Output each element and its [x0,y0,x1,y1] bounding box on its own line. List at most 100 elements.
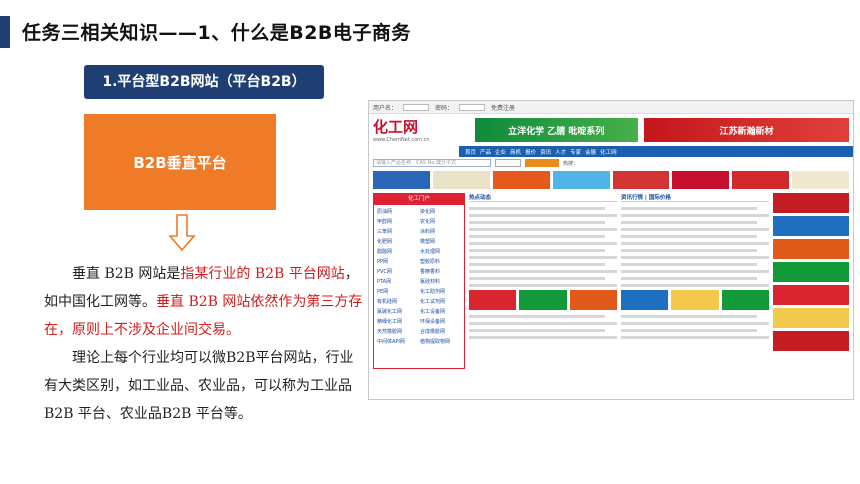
shot-user-input[interactable] [403,103,430,111]
chemnet-screenshot: 用户名： 密码： 免费注册 化工网 www.ChemNet.com.cn 立洋化… [368,100,854,400]
nav-item[interactable]: 专家 [570,148,581,156]
portal-items: 原油网 染化网 甲醇网 农化网 三苯网 涂料网 化肥网 橡塑网 醋酸网 水处理网 PP网 塑胶原料 PV… [374,205,464,348]
portal-item[interactable]: 醋酸网 [377,248,418,255]
portal-item[interactable]: 合成橡胶网 [420,328,461,335]
nav-item[interactable]: 首页 [465,148,476,156]
mid-ad-strip [469,290,617,310]
portal-item[interactable]: 甲醇网 [377,218,418,225]
portal-item[interactable]: 染化网 [420,208,461,215]
ad-tile[interactable] [569,290,617,310]
shot-user-label: 用户名： [373,104,398,112]
portal-item[interactable]: 化工设备网 [420,308,461,315]
ad-tile[interactable] [792,171,849,189]
shot-search-row: 请输入产品名称、CAS No.或分子式 热搜： [369,157,853,169]
shot-topbar: 用户名： 密码： 免费注册 [369,101,853,114]
nav-item[interactable]: 产品 [480,148,491,156]
portal-item[interactable]: 环保设备网 [420,318,461,325]
banner-right[interactable]: 江苏新瀚新材 [643,118,849,142]
portal-item[interactable]: 植物提取物网 [420,338,461,345]
mid2-ad-strip [621,290,769,310]
page-title: 任务三相关知识——1、什么是B2B电子商务 [22,22,411,44]
paragraph-2: 理论上每个行业均可以微B2B平台网站，行业有大类区别，如工业品、农业品，可以称为… [44,350,354,422]
shot-search-select[interactable] [495,159,521,167]
ad-tile[interactable] [773,308,849,328]
nav-item[interactable]: 化工网 [600,148,617,156]
portal-item[interactable]: 化工助剂网 [420,288,461,295]
ad-tile[interactable] [773,193,849,213]
portal-list: 化工门户 原油网 染化网 甲醇网 农化网 三苯网 涂料网 化肥网 橡塑网 醋酸网 水处理网 PP网塑… [373,193,465,369]
portal-item[interactable]: 化肥网 [377,238,418,245]
portal-item[interactable]: 天然橡胶网 [377,328,418,335]
portal-item[interactable]: 原油网 [377,208,418,215]
ad-tile[interactable] [732,171,790,189]
p1-text-a: 垂直 B2B 网站是 [72,266,181,282]
down-arrow-icon [168,214,196,252]
mid2-lower-lines [621,313,769,339]
shot-logo-row: 化工网 www.ChemNet.com.cn 立洋化学 乙腈 吡啶系列 江苏新瀚… [369,114,853,146]
ad-tile[interactable] [552,171,610,189]
shot-pass-label: 密码： [435,104,454,112]
ad-tile[interactable] [612,171,670,189]
portal-item[interactable]: 中间体API网 [377,338,418,345]
banner-left[interactable]: 立洋化学 乙腈 吡啶系列 [474,118,638,142]
ad-tile[interactable] [721,290,769,310]
ad-tile[interactable] [773,331,849,351]
nav-item[interactable]: 企业 [495,148,506,156]
ad-tile[interactable] [492,171,550,189]
portal-item[interactable]: 精细化工网 [377,318,418,325]
portal-item[interactable]: 三苯网 [377,228,418,235]
nav-item[interactable]: 报价 [525,148,536,156]
portal-item[interactable]: 氯碱化工网 [377,308,418,315]
ad-tile[interactable] [671,290,719,310]
portal-item[interactable]: PTA网 [377,278,418,285]
portal-item[interactable]: 氟硅材料 [420,278,461,285]
ad-tile[interactable] [432,171,490,189]
logo-url: www.ChemNet.com.cn [373,137,430,143]
ad-tile[interactable] [672,171,730,189]
shot-ad-strip [369,169,853,191]
ad-tile[interactable] [773,216,849,236]
ad-tile[interactable] [773,285,849,305]
shot-columns: 化工门户 原油网 染化网 甲醇网 农化网 三苯网 涂料网 化肥网 橡塑网 醋酸网 水处理网 PP网塑… [369,191,853,371]
portal-item[interactable]: 化工试剂网 [420,298,461,305]
nav-item[interactable]: 人才 [555,148,566,156]
paragraph-1: 垂直 B2B 网站是指某行业的 B2B 平台网站，如中国化工网等。垂直 B2B … [44,260,364,344]
hot-news-lines [469,205,617,287]
right-ad-column [773,193,849,369]
hot-news-column: 热点动态 [469,193,617,369]
section-subheading: 1.平台型B2B网站（平台B2B） [84,65,324,99]
title-accent-bar [0,16,10,48]
portal-item[interactable]: 水处理网 [420,248,461,255]
logo-text: 化工网 [373,118,419,136]
portal-item[interactable]: 有机硅网 [377,298,418,305]
portal-item[interactable]: PVC网 [377,268,418,275]
ad-tile[interactable] [621,290,669,310]
portal-item[interactable]: PE网 [377,288,418,295]
market-news-header: 资讯行情 | 国际价格 [621,193,769,202]
portal-item[interactable]: 涂料网 [420,228,461,235]
portal-list-header: 化工门户 [374,194,464,205]
ad-tile[interactable] [469,290,517,310]
shot-search-button[interactable] [525,159,559,167]
shot-register-link[interactable]: 免费注册 [491,103,515,112]
shot-hot-label: 热搜： [563,160,579,167]
shot-pass-input[interactable] [459,103,486,111]
nav-item[interactable]: 会展 [585,148,596,156]
portal-item[interactable]: PP网 [377,258,418,265]
shot-nav: 首页 产品 企业 商机 报价 资讯 人才 专家 会展 化工网 [459,146,853,157]
chemnet-logo[interactable]: 化工网 www.ChemNet.com.cn [373,117,469,143]
market-news-lines [621,205,769,287]
ad-tile[interactable] [773,262,849,282]
nav-item[interactable]: 资讯 [540,148,551,156]
portal-item[interactable]: 橡塑网 [420,238,461,245]
ad-tile[interactable] [519,290,567,310]
ad-tile[interactable] [773,239,849,259]
nav-item[interactable]: 商机 [510,148,521,156]
body-text: 垂直 B2B 网站是指某行业的 B2B 平台网站，如中国化工网等。垂直 B2B … [44,260,364,428]
vertical-platform-box: B2B垂直平台 [84,114,276,210]
portal-item[interactable]: 塑胶原料 [420,258,461,265]
portal-item[interactable]: 农化网 [420,218,461,225]
portal-item[interactable]: 香精香料 [420,268,461,275]
ad-tile[interactable] [373,171,430,189]
shot-search-input[interactable]: 请输入产品名称、CAS No.或分子式 [373,159,491,167]
